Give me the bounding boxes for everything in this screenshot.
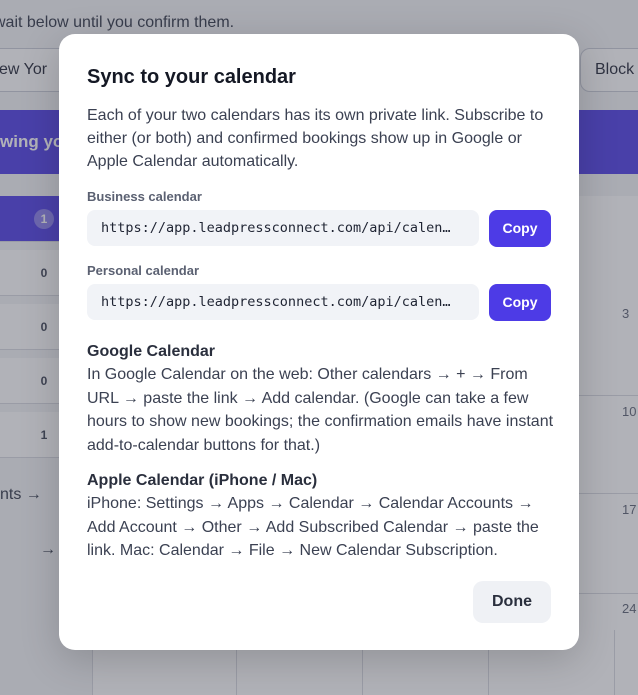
google-calendar-instructions: In Google Calendar on the web: Other cal… bbox=[87, 366, 554, 454]
personal-calendar-url-field[interactable]: https://app.leadpressconnect.com/api/cal… bbox=[87, 284, 479, 320]
business-calendar-label: Business calendar bbox=[87, 189, 202, 204]
business-calendar-url: https://app.leadpressconnect.com/api/cal… bbox=[101, 220, 451, 236]
google-calendar-heading: Google Calendar bbox=[87, 343, 216, 360]
done-button[interactable]: Done bbox=[473, 581, 551, 623]
apple-calendar-heading: Apple Calendar (iPhone / Mac) bbox=[87, 472, 318, 489]
apple-calendar-instructions: iPhone: Settings → Apps → Calendar → Cal… bbox=[87, 495, 539, 559]
copy-personal-url-button[interactable]: Copy bbox=[489, 284, 551, 321]
personal-calendar-url: https://app.leadpressconnect.com/api/cal… bbox=[101, 294, 451, 310]
business-calendar-url-field[interactable]: https://app.leadpressconnect.com/api/cal… bbox=[87, 210, 479, 246]
personal-calendar-label: Personal calendar bbox=[87, 263, 199, 278]
dialog-description: Each of your two calendars has its own p… bbox=[87, 107, 544, 170]
sync-calendar-dialog: Sync to your calendar Each of your two c… bbox=[59, 34, 579, 650]
copy-business-url-button[interactable]: Copy bbox=[489, 210, 551, 247]
dialog-title: Sync to your calendar bbox=[87, 66, 296, 88]
